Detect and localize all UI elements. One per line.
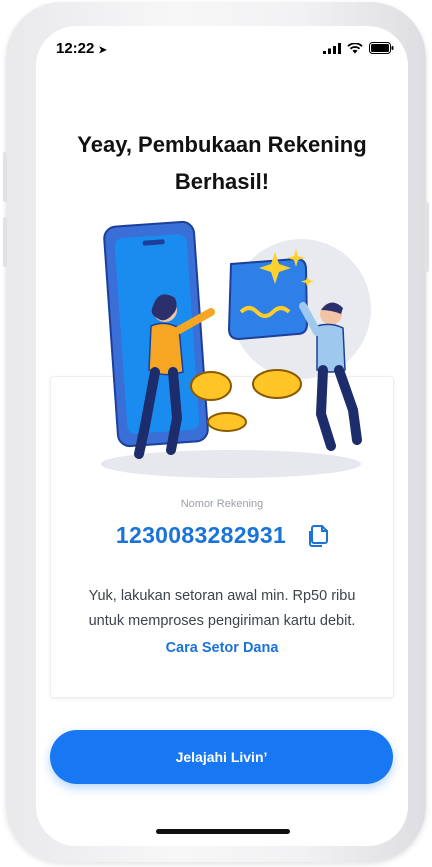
side-button-right — [425, 202, 429, 272]
location-arrow-icon: ➤ — [98, 45, 107, 56]
account-number: 1230083282931 — [115, 522, 287, 548]
status-bar: 12:22 ➤ — [36, 26, 408, 70]
home-indicator — [156, 829, 290, 834]
screen: 12:22 ➤ Yeay, Pembukaan Rekening Berhasi… — [36, 26, 408, 846]
title-line-1: Yeay, Pembukaan Rekening — [77, 132, 367, 157]
side-button-left-2 — [3, 217, 7, 267]
page-title: Yeay, Pembukaan Rekening Berhasil! — [36, 126, 408, 200]
deposit-guide-link[interactable]: Cara Setor Dana — [36, 640, 408, 656]
status-time: 12:22 ➤ — [56, 40, 107, 57]
title-line-2: Berhasil! — [174, 169, 270, 194]
account-number-label: Nomor Rekening — [180, 498, 264, 510]
account-number-row: 1230083282931 — [36, 522, 408, 549]
success-illustration — [101, 220, 371, 478]
info-line-1: Yuk, lakukan setoran awal min. Rp50 ribu — [88, 588, 356, 604]
wifi-icon — [347, 42, 363, 53]
explore-livin-button[interactable]: Jelajahi Livin’ — [50, 730, 393, 784]
info-line-2: untuk memproses pengiriman kartu debit. — [88, 613, 356, 629]
initial-deposit-info: Yuk, lakukan setoran awal min. Rp50 ribu… — [36, 584, 408, 634]
side-button-left — [3, 152, 7, 202]
signal-icon — [323, 42, 341, 54]
status-icons — [323, 42, 394, 54]
battery-icon — [369, 42, 394, 54]
copy-icon[interactable] — [308, 524, 329, 547]
phone-frame: 12:22 ➤ Yeay, Pembukaan Rekening Berhasi… — [3, 2, 429, 862]
time-text: 12:22 — [56, 40, 95, 57]
